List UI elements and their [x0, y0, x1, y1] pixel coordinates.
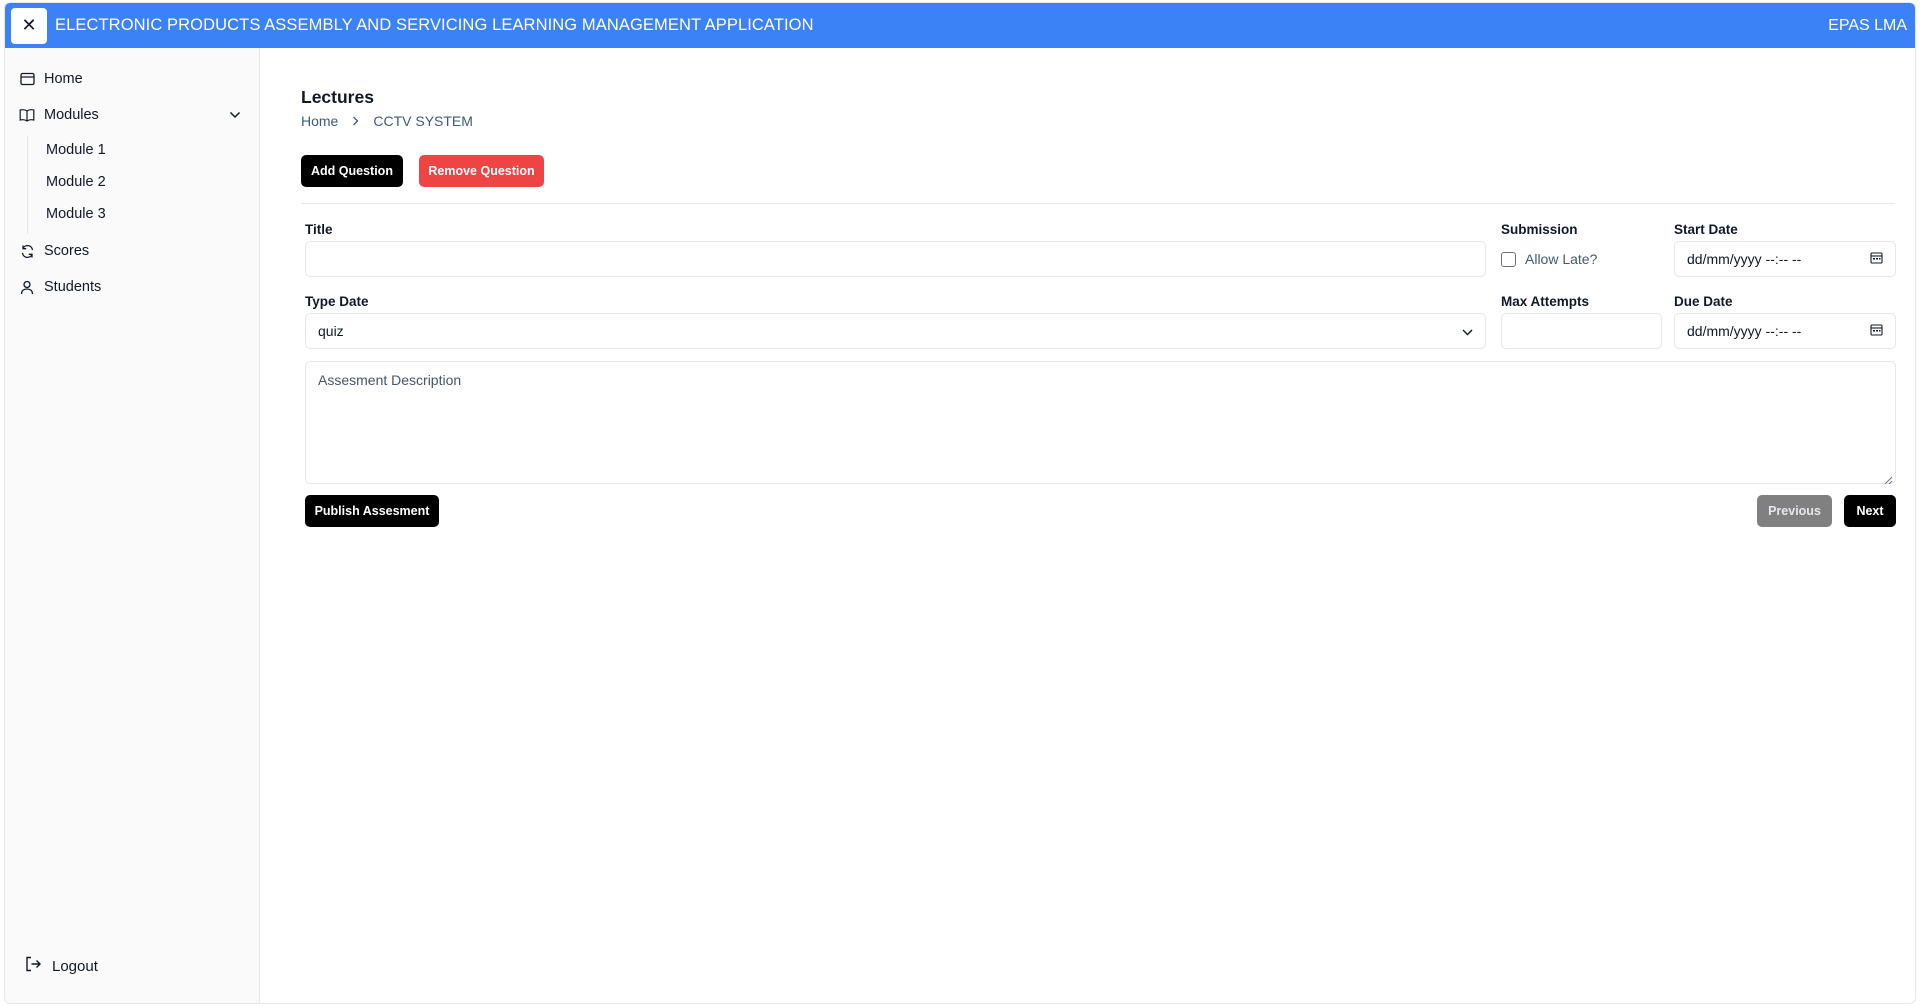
due-date-label: Due Date	[1674, 294, 1733, 309]
allow-late-checkbox-row[interactable]: Allow Late?	[1501, 251, 1597, 267]
start-date-label: Start Date	[1674, 222, 1738, 237]
logout-button[interactable]: Logout	[25, 956, 98, 976]
sidebar-item-modules[interactable]: Modules	[19, 107, 249, 123]
sidebar-item-students[interactable]: Students	[19, 279, 249, 295]
breadcrumb: Home CCTV SYSTEM	[301, 113, 473, 129]
calendar-icon[interactable]	[1870, 323, 1883, 339]
submenu-rail	[27, 136, 28, 234]
sidebar-subitem-module-2[interactable]: Module 2	[46, 174, 106, 190]
breadcrumb-home[interactable]: Home	[301, 113, 338, 129]
chevron-right-icon	[352, 114, 359, 129]
next-button[interactable]: Next	[1844, 495, 1896, 527]
previous-button[interactable]: Previous	[1757, 495, 1832, 527]
sidebar-item-label: Students	[44, 279, 102, 295]
sidebar-item-label: Modules	[44, 107, 99, 123]
app-title: ELECTRONIC PRODUCTS ASSEMBLY AND SERVICI…	[55, 16, 814, 34]
description-placeholder: Assesment Description	[318, 372, 462, 388]
resize-grip-icon[interactable]	[1884, 472, 1893, 485]
user-icon	[19, 279, 35, 295]
title-input[interactable]	[305, 241, 1486, 277]
add-question-button[interactable]: Add Question	[301, 155, 403, 187]
sidebar-item-scores[interactable]: Scores	[19, 243, 249, 259]
logout-icon	[25, 956, 42, 976]
breadcrumb-current: CCTV SYSTEM	[373, 113, 473, 129]
calendar-icon[interactable]	[1870, 251, 1883, 267]
close-sidebar-button[interactable]: ✕	[11, 7, 47, 44]
start-date-input[interactable]: dd/mm/yyyy --:-- --	[1674, 241, 1896, 277]
title-label: Title	[305, 222, 333, 237]
type-label: Type Date	[305, 294, 369, 309]
max-attempts-input[interactable]	[1501, 313, 1662, 349]
close-icon: ✕	[21, 15, 37, 35]
chevron-down-icon[interactable]	[227, 107, 243, 123]
sidebar: Home Modules Module 1 Module 2 Module 3 …	[5, 48, 260, 1003]
type-select[interactable]: quiz	[305, 313, 1486, 349]
top-header: ✕ ELECTRONIC PRODUCTS ASSEMBLY AND SERVI…	[5, 3, 1915, 48]
refresh-icon	[19, 243, 35, 259]
submission-label: Submission	[1501, 222, 1578, 237]
sidebar-item-home[interactable]: Home	[19, 71, 249, 87]
app-window: ✕ ELECTRONIC PRODUCTS ASSEMBLY AND SERVI…	[4, 2, 1916, 1004]
type-select-value: quiz	[318, 323, 344, 339]
max-attempts-label: Max Attempts	[1501, 294, 1590, 309]
app-short-name: EPAS LMA	[1828, 17, 1907, 34]
due-date-placeholder: dd/mm/yyyy --:-- --	[1687, 323, 1802, 339]
page-title: Lectures	[301, 87, 374, 107]
due-date-input[interactable]: dd/mm/yyyy --:-- --	[1674, 313, 1896, 349]
main-content: Lectures Home CCTV SYSTEM Add Question R…	[261, 48, 1915, 1003]
assessment-description-textarea[interactable]: Assesment Description	[305, 361, 1896, 485]
allow-late-checkbox[interactable]	[1501, 251, 1516, 267]
publish-assessment-button[interactable]: Publish Assesment	[305, 495, 439, 527]
browser-icon	[19, 71, 35, 87]
start-date-placeholder: dd/mm/yyyy --:-- --	[1687, 251, 1802, 267]
sidebar-item-label: Home	[44, 71, 83, 87]
sidebar-subitem-module-1[interactable]: Module 1	[46, 142, 106, 158]
sidebar-subitem-module-3[interactable]: Module 3	[46, 206, 106, 222]
sidebar-item-label: Scores	[44, 243, 90, 259]
chevron-down-icon	[1462, 323, 1473, 339]
divider	[301, 203, 1895, 204]
logout-label: Logout	[52, 957, 98, 975]
book-open-icon	[19, 107, 35, 123]
allow-late-label: Allow Late?	[1525, 251, 1598, 267]
remove-question-button[interactable]: Remove Question	[419, 155, 544, 187]
